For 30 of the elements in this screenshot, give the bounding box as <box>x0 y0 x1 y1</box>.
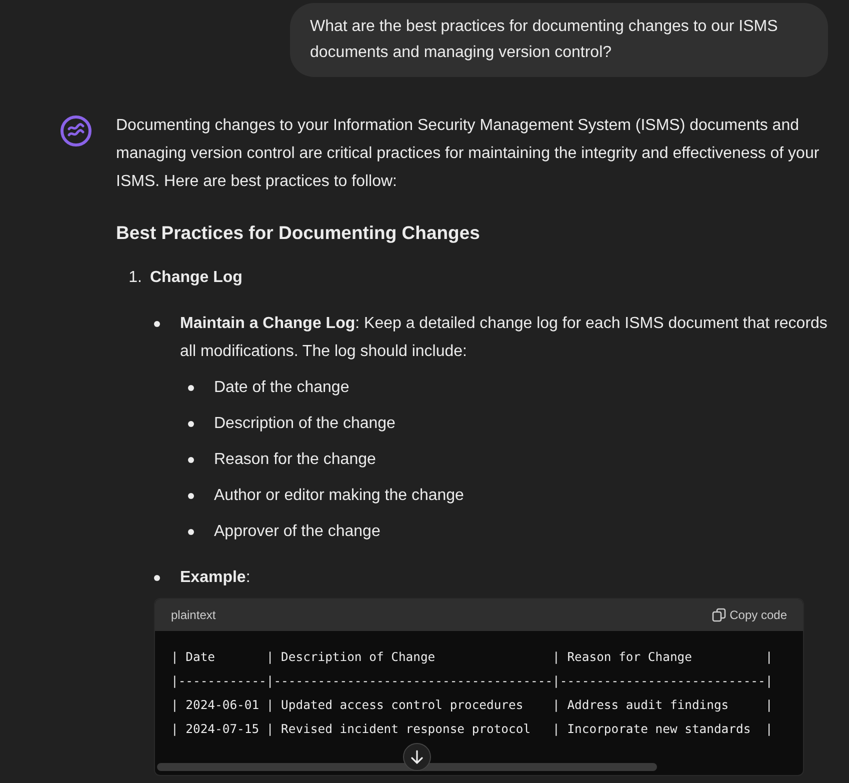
bullet-text: Maintain a Change Log: Keep a detailed change log for each ISMS document that records all modifications. The log should include: <box>180 314 828 362</box>
bullet-dot <box>188 421 194 427</box>
assistant-logo-icon <box>60 115 92 147</box>
bullet-dot <box>188 457 194 463</box>
bullet-text: Example: <box>180 568 252 588</box>
copy-code-button[interactable]: Copy code <box>712 601 787 629</box>
code-line: | Date | Description of Change | Reason for Change | <box>171 649 774 666</box>
bullet-text: Author or editor making the change <box>214 486 464 506</box>
code-line: | 2024-06-01 | Updated access control procedures | Address audit findings | <box>171 697 774 714</box>
scroll-down-button[interactable] <box>403 743 431 771</box>
code-language: plaintext <box>171 607 216 624</box>
scrollbar-thumb[interactable] <box>157 763 657 771</box>
code-line: |------------|--------------------------------------|----------------------------| <box>171 673 774 690</box>
answer-paragraph: Documenting changes to your Information Security Management System (ISMS) documents and managing version control are critical practices for maintaining the integrity and effectiveness of your ISMS. Here are best practices to follow: <box>116 116 820 192</box>
section-heading: Best Practices for Documenting Changes <box>116 221 481 245</box>
bullet-text: Date of the change <box>214 378 350 398</box>
bullet-dot <box>188 385 194 391</box>
copy-icon <box>712 608 726 622</box>
bullet-dot <box>154 575 160 581</box>
bullet-dot <box>188 493 194 499</box>
bullet-dot <box>154 321 160 327</box>
bullet-text: Reason for the change <box>214 450 376 470</box>
list-title: Change Log <box>150 268 242 288</box>
user-message: What are the best practices for documenting changes to our ISMS documents and managing version control? <box>290 3 828 77</box>
list-number: 1. <box>128 268 142 288</box>
bullet-dot <box>188 529 194 535</box>
bullet-text: Description of the change <box>214 414 396 434</box>
bullet-text: Approver of the change <box>214 522 380 542</box>
arrow-down-icon <box>410 750 424 764</box>
code-line: | 2024-07-15 | Revised incident response protocol | Incorporate new standards | <box>171 721 774 738</box>
